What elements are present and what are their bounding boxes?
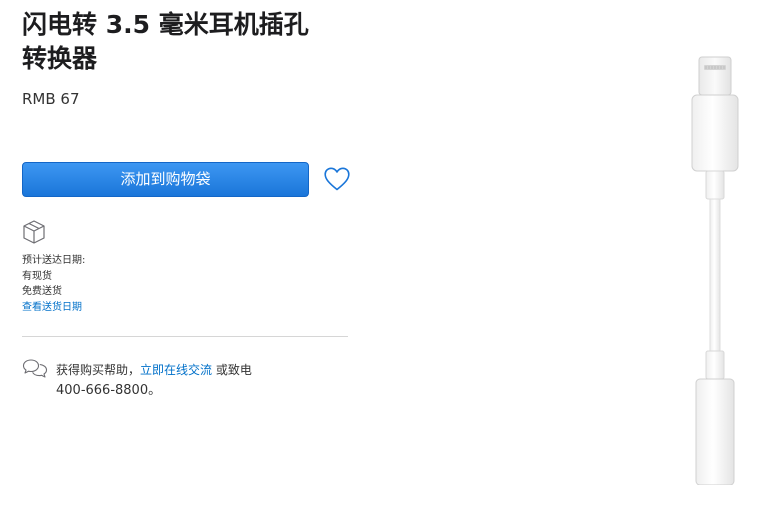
product-image <box>691 56 739 485</box>
add-to-bag-button[interactable]: 添加到购物袋 <box>22 162 309 197</box>
shipping-info: 免费送货 <box>22 286 62 297</box>
favorite-button[interactable] <box>323 166 351 192</box>
view-delivery-dates-link[interactable]: 查看送货日期 <box>22 302 82 313</box>
divider <box>22 336 348 337</box>
help-phone: 400-666-8800。 <box>56 383 162 398</box>
product-title-line1: 闪电转 3.5 毫米耳机插孔 <box>22 10 309 39</box>
product-title-line2: 转换器 <box>22 44 98 73</box>
heart-icon <box>324 167 350 191</box>
help-suffix: 或致电 <box>212 363 252 377</box>
purchase-help: 获得购买帮助，立即在线交流 或致电 400-666-8800。 <box>56 360 296 401</box>
product-price: RMB 67 <box>22 90 80 108</box>
delivery-info: 预计送达日期: 有现货 免费送货 查看送货日期 <box>22 253 85 315</box>
help-prefix: 获得购买帮助， <box>56 363 141 377</box>
delivery-expected-label: 预计送达日期: <box>22 255 86 266</box>
stock-status: 有现货 <box>22 270 52 282</box>
chat-bubbles-icon <box>22 359 48 378</box>
box-icon <box>23 220 45 244</box>
live-chat-link[interactable]: 立即在线交流 <box>140 363 212 377</box>
product-title: 闪电转 3.5 毫米耳机插孔 转换器 <box>22 8 362 76</box>
